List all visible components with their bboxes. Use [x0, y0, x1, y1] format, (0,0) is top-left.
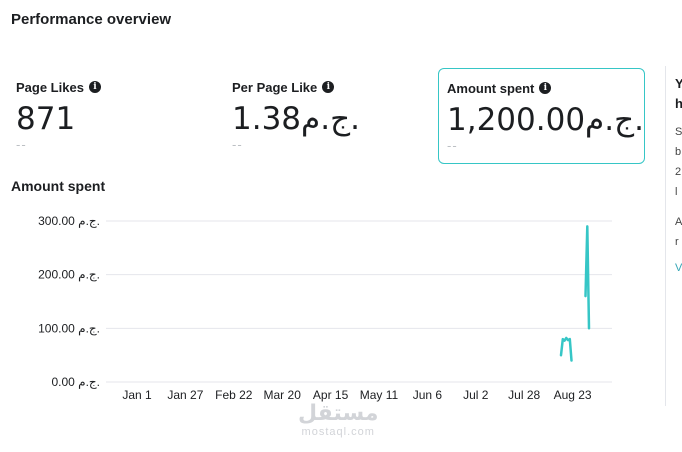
metric-value: 871 [16, 101, 76, 137]
side-panel-text: Y [675, 76, 682, 91]
y-tick-label: 100.00 ج.م. [38, 321, 100, 335]
page-title: Performance overview [11, 11, 172, 28]
x-tick-label: Jan 27 [167, 388, 203, 402]
x-tick-label: Jul 2 [463, 388, 489, 402]
x-tick-label: Jul 28 [508, 388, 540, 402]
amount-spent-chart: 300.00 ج.م. 200.00 ج.م. 100.00 ج.م. 0.00 ج.… [38, 214, 612, 402]
y-tick-label: 200.00 ج.م. [38, 268, 100, 282]
metric-value: 1.38ج.م. [232, 101, 360, 137]
side-panel-text: A [675, 216, 682, 228]
metric-delta: -- [16, 137, 27, 152]
info-icon[interactable]: i [322, 81, 335, 93]
panel-divider [665, 66, 666, 406]
x-tick-label: Jan 1 [122, 388, 152, 402]
metric-label: Amount spent [447, 80, 535, 96]
y-tick-label: 300.00 ج.م. [38, 214, 100, 228]
x-tick-label: Aug 23 [554, 388, 592, 402]
metric-delta: -- [232, 137, 243, 152]
x-tick-label: Mar 20 [264, 388, 302, 402]
y-tick-label: 0.00 ج.م. [51, 375, 100, 389]
side-panel-text: b [675, 146, 682, 158]
x-tick-label: Jun 6 [413, 388, 443, 402]
x-tick-label: Feb 22 [215, 388, 253, 402]
x-tick-label: Apr 15 [313, 388, 349, 402]
metric-card-amount-spent[interactable]: Amount spent i 1,200.00ج.م. -- [438, 68, 645, 164]
metric-label: Page Likes [16, 79, 84, 95]
side-panel-text: S [675, 126, 682, 138]
side-panel-text[interactable]: V [675, 262, 682, 274]
side-panel-text: r [675, 236, 679, 248]
side-panel-text: 2 [675, 166, 682, 178]
watermark: مستقل mostaql.com [298, 401, 379, 439]
side-panel-text: h [675, 96, 682, 111]
x-tick-label: May 11 [360, 388, 399, 402]
metric-value: 1,200.00ج.م. [447, 102, 644, 138]
metric-label: Per Page Like [232, 79, 318, 95]
metric-card-page-likes[interactable]: Page Likes i 871 -- [8, 68, 208, 164]
side-panel-text: l [675, 186, 678, 198]
watermark-latin: mostaql.com [301, 426, 375, 438]
series-line [584, 225, 591, 330]
metric-delta: -- [447, 138, 458, 153]
chart-title: Amount spent [11, 178, 106, 194]
info-icon[interactable]: i [88, 81, 101, 93]
watermark-arabic: مستقل [298, 401, 379, 426]
series-line [559, 336, 573, 362]
metric-card-per-page-like[interactable]: Per Page Like i 1.38ج.م. -- [224, 68, 424, 164]
info-icon[interactable]: i [539, 82, 552, 94]
